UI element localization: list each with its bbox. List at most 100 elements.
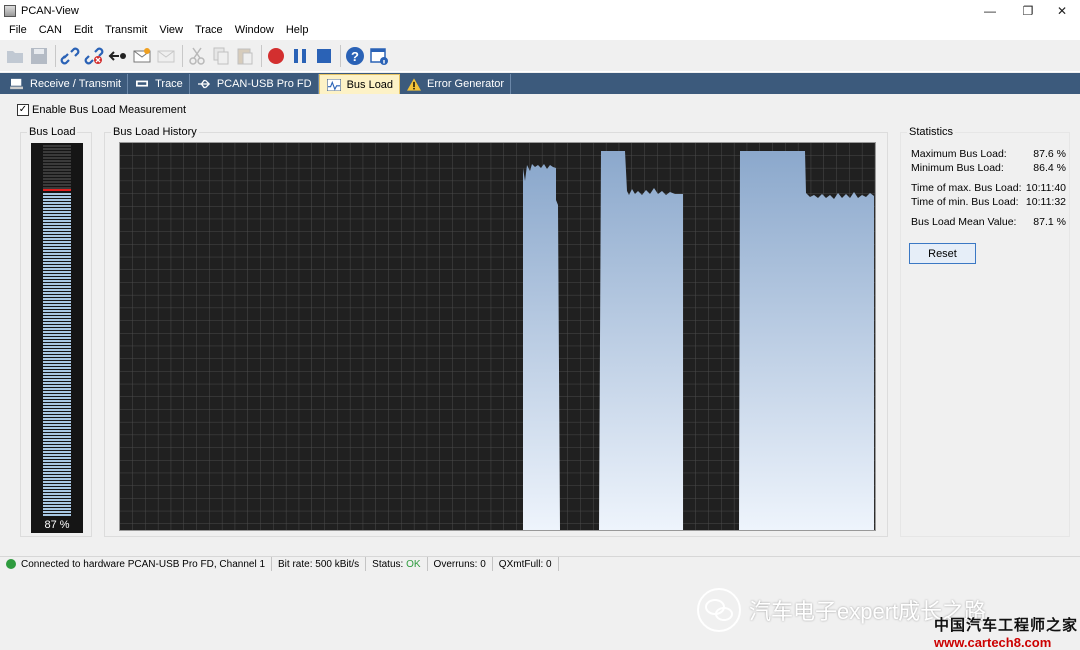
qxmtfull-text: QXmtFull: 0 bbox=[498, 558, 552, 570]
watermark-line2: www.cartech8.com bbox=[934, 635, 1052, 650]
menu-transmit[interactable]: Transmit bbox=[99, 21, 153, 40]
receive-transmit-icon bbox=[9, 77, 25, 91]
disconnect-icon[interactable] bbox=[83, 44, 105, 68]
stat-value: 87.6 % bbox=[1033, 148, 1066, 160]
history-segment-3 bbox=[739, 151, 874, 530]
trace-icon bbox=[134, 77, 150, 91]
menu-edit[interactable]: Edit bbox=[68, 21, 99, 40]
tab-trace[interactable]: Trace bbox=[128, 74, 190, 94]
stat-value: 87.1 % bbox=[1033, 216, 1066, 228]
gauge-max-marker bbox=[43, 189, 71, 191]
message-disabled-icon[interactable] bbox=[155, 44, 177, 68]
toolbar-separator bbox=[182, 44, 183, 67]
copy-icon[interactable] bbox=[210, 44, 232, 68]
bus-load-page: ✓ Enable Bus Load Measurement Bus Load 8… bbox=[0, 94, 1080, 650]
gauge-value: 87 % bbox=[44, 519, 70, 531]
overruns-text: Overruns: 0 bbox=[433, 558, 486, 570]
stat-time-max-row: Time of max. Bus Load: 10:11:40 bbox=[911, 182, 1066, 194]
tab-label: Error Generator bbox=[427, 78, 505, 90]
checkbox-check-icon[interactable]: ✓ bbox=[17, 104, 29, 116]
tab-strip: Receive / Transmit Trace PCAN-USB Pro FD… bbox=[0, 73, 1080, 94]
toolbar-separator bbox=[261, 44, 262, 67]
connected-icon bbox=[6, 559, 16, 569]
gauge-fill bbox=[43, 193, 71, 516]
history-segment-1 bbox=[523, 164, 560, 530]
bus-load-history-group: Bus Load History bbox=[104, 125, 888, 537]
record-icon[interactable] bbox=[265, 44, 287, 68]
bus-load-icon bbox=[326, 78, 342, 92]
tab-label: Bus Load bbox=[346, 78, 394, 91]
stat-time-min-row: Time of min. Bus Load: 10:11:32 bbox=[911, 196, 1066, 208]
history-segment-2 bbox=[599, 151, 683, 530]
minimize-button[interactable]: — bbox=[972, 0, 1008, 21]
menu-file[interactable]: File bbox=[3, 21, 33, 40]
window-title: PCAN-View bbox=[21, 4, 79, 17]
stat-min-row: Minimum Bus Load: 86.4 % bbox=[911, 162, 1066, 174]
connection-text: Connected to hardware PCAN-USB Pro FD, C… bbox=[21, 558, 266, 570]
tab-label: Receive / Transmit bbox=[30, 78, 122, 90]
info-icon[interactable] bbox=[368, 44, 390, 68]
bus-status: Status: OK bbox=[366, 557, 428, 571]
tab-label: PCAN-USB Pro FD bbox=[216, 78, 312, 90]
bus-load-history-chart bbox=[119, 142, 876, 531]
open-icon[interactable] bbox=[4, 44, 26, 68]
bus-load-gauge-label: Bus Load bbox=[27, 125, 78, 139]
toolbar-separator bbox=[340, 44, 341, 67]
stat-mean-row: Bus Load Mean Value: 87.1 % bbox=[911, 216, 1066, 228]
usb-icon bbox=[196, 77, 212, 91]
tab-error-generator[interactable]: Error Generator bbox=[400, 74, 512, 94]
menu-window[interactable]: Window bbox=[229, 21, 280, 40]
warning-icon bbox=[406, 77, 422, 91]
bitrate-status: Bit rate: 500 kBit/s bbox=[272, 557, 367, 571]
toolbar-separator bbox=[55, 44, 56, 67]
bus-load-gauge-group: Bus Load 87 % bbox=[20, 125, 92, 537]
menu-trace[interactable]: Trace bbox=[189, 21, 229, 40]
watermark-logo: 中国汽车工程师之家 www.cartech8.com bbox=[934, 614, 1078, 650]
menu-can[interactable]: CAN bbox=[33, 21, 68, 40]
paste-icon[interactable] bbox=[234, 44, 256, 68]
gauge-empty-segments bbox=[43, 145, 71, 191]
enable-bus-load-checkbox[interactable]: ✓ Enable Bus Load Measurement bbox=[17, 104, 186, 116]
stat-label: Time of min. Bus Load: bbox=[911, 196, 1019, 208]
save-icon[interactable] bbox=[28, 44, 50, 68]
message-icon[interactable] bbox=[131, 44, 153, 68]
stat-value: 10:11:40 bbox=[1025, 182, 1066, 194]
reset-icon[interactable] bbox=[107, 44, 129, 68]
enable-bus-load-label: Enable Bus Load Measurement bbox=[32, 104, 187, 116]
title-bar: PCAN-View — ❐ ✕ bbox=[0, 0, 1080, 21]
menu-help[interactable]: Help bbox=[280, 21, 315, 40]
status-label: Status: bbox=[372, 558, 404, 570]
stat-max-row: Maximum Bus Load: 87.6 % bbox=[911, 148, 1066, 160]
help-icon[interactable]: ? bbox=[344, 44, 366, 68]
reset-button[interactable]: Reset bbox=[909, 243, 976, 264]
close-button[interactable]: ✕ bbox=[1044, 0, 1080, 21]
stat-label: Time of max. Bus Load: bbox=[911, 182, 1022, 194]
stat-value: 86.4 % bbox=[1033, 162, 1066, 174]
stat-label: Bus Load Mean Value: bbox=[911, 216, 1017, 228]
toolbar: ? bbox=[0, 40, 1080, 72]
svg-text:?: ? bbox=[351, 49, 359, 64]
qxmtfull-status: QXmtFull: 0 bbox=[493, 557, 559, 571]
cut-icon[interactable] bbox=[186, 44, 208, 68]
statistics-group: Statistics Maximum Bus Load: 87.6 % Minim… bbox=[900, 125, 1070, 537]
status-value: OK bbox=[406, 558, 421, 570]
tab-pcan-usb-pro-fd[interactable]: PCAN-USB Pro FD bbox=[190, 74, 319, 94]
status-bar: Connected to hardware PCAN-USB Pro FD, C… bbox=[0, 556, 1080, 571]
bus-load-history-label: Bus Load History bbox=[111, 125, 199, 139]
tab-label: Trace bbox=[155, 78, 183, 90]
tab-bus-load[interactable]: Bus Load bbox=[318, 74, 401, 94]
stat-label: Maximum Bus Load: bbox=[911, 148, 1007, 160]
menu-view[interactable]: View bbox=[153, 21, 189, 40]
statistics-title: Statistics bbox=[907, 125, 956, 139]
watermark-line1: 中国汽车工程师之家 bbox=[934, 616, 1079, 634]
bus-load-gauge: 87 % bbox=[31, 143, 83, 533]
stat-value: 10:11:32 bbox=[1025, 196, 1066, 208]
app-icon bbox=[4, 4, 16, 17]
connect-icon[interactable] bbox=[59, 44, 81, 68]
tab-receive-transmit[interactable]: Receive / Transmit bbox=[3, 74, 129, 94]
history-plot bbox=[120, 143, 875, 530]
overruns-status: Overruns: 0 bbox=[428, 557, 493, 571]
restore-button[interactable]: ❐ bbox=[1010, 0, 1046, 21]
pause-icon[interactable] bbox=[289, 44, 311, 68]
stop-icon[interactable] bbox=[313, 44, 335, 68]
